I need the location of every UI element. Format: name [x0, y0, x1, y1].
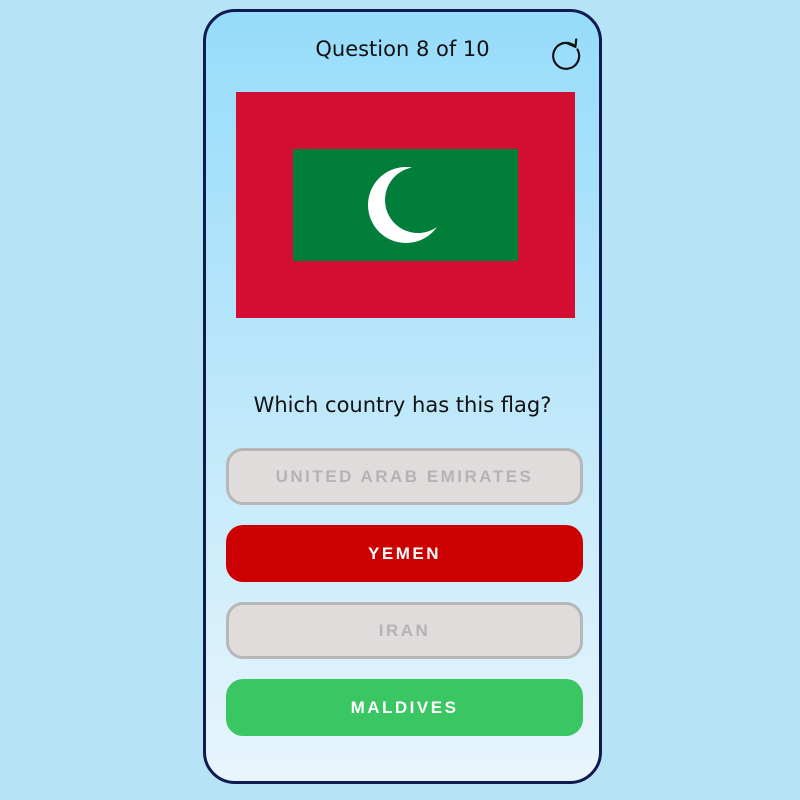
- quiz-card: Question 8 of 10 Which country has this …: [203, 9, 602, 784]
- answer-button-iran[interactable]: IRAN: [226, 602, 583, 659]
- quiz-header: Question 8 of 10: [206, 32, 599, 70]
- answer-button-yemen[interactable]: YEMEN: [226, 525, 583, 582]
- question-prompt: Which country has this flag?: [253, 393, 552, 417]
- restart-button[interactable]: [549, 38, 583, 72]
- flag-image: [236, 92, 575, 318]
- question-counter: Question 8 of 10: [315, 37, 490, 61]
- restart-icon: [552, 38, 581, 70]
- answer-button-uae[interactable]: UNITED ARAB EMIRATES: [226, 448, 583, 505]
- flag-crescent-cutout: [385, 167, 451, 233]
- answer-button-maldives[interactable]: MALDIVES: [226, 679, 583, 736]
